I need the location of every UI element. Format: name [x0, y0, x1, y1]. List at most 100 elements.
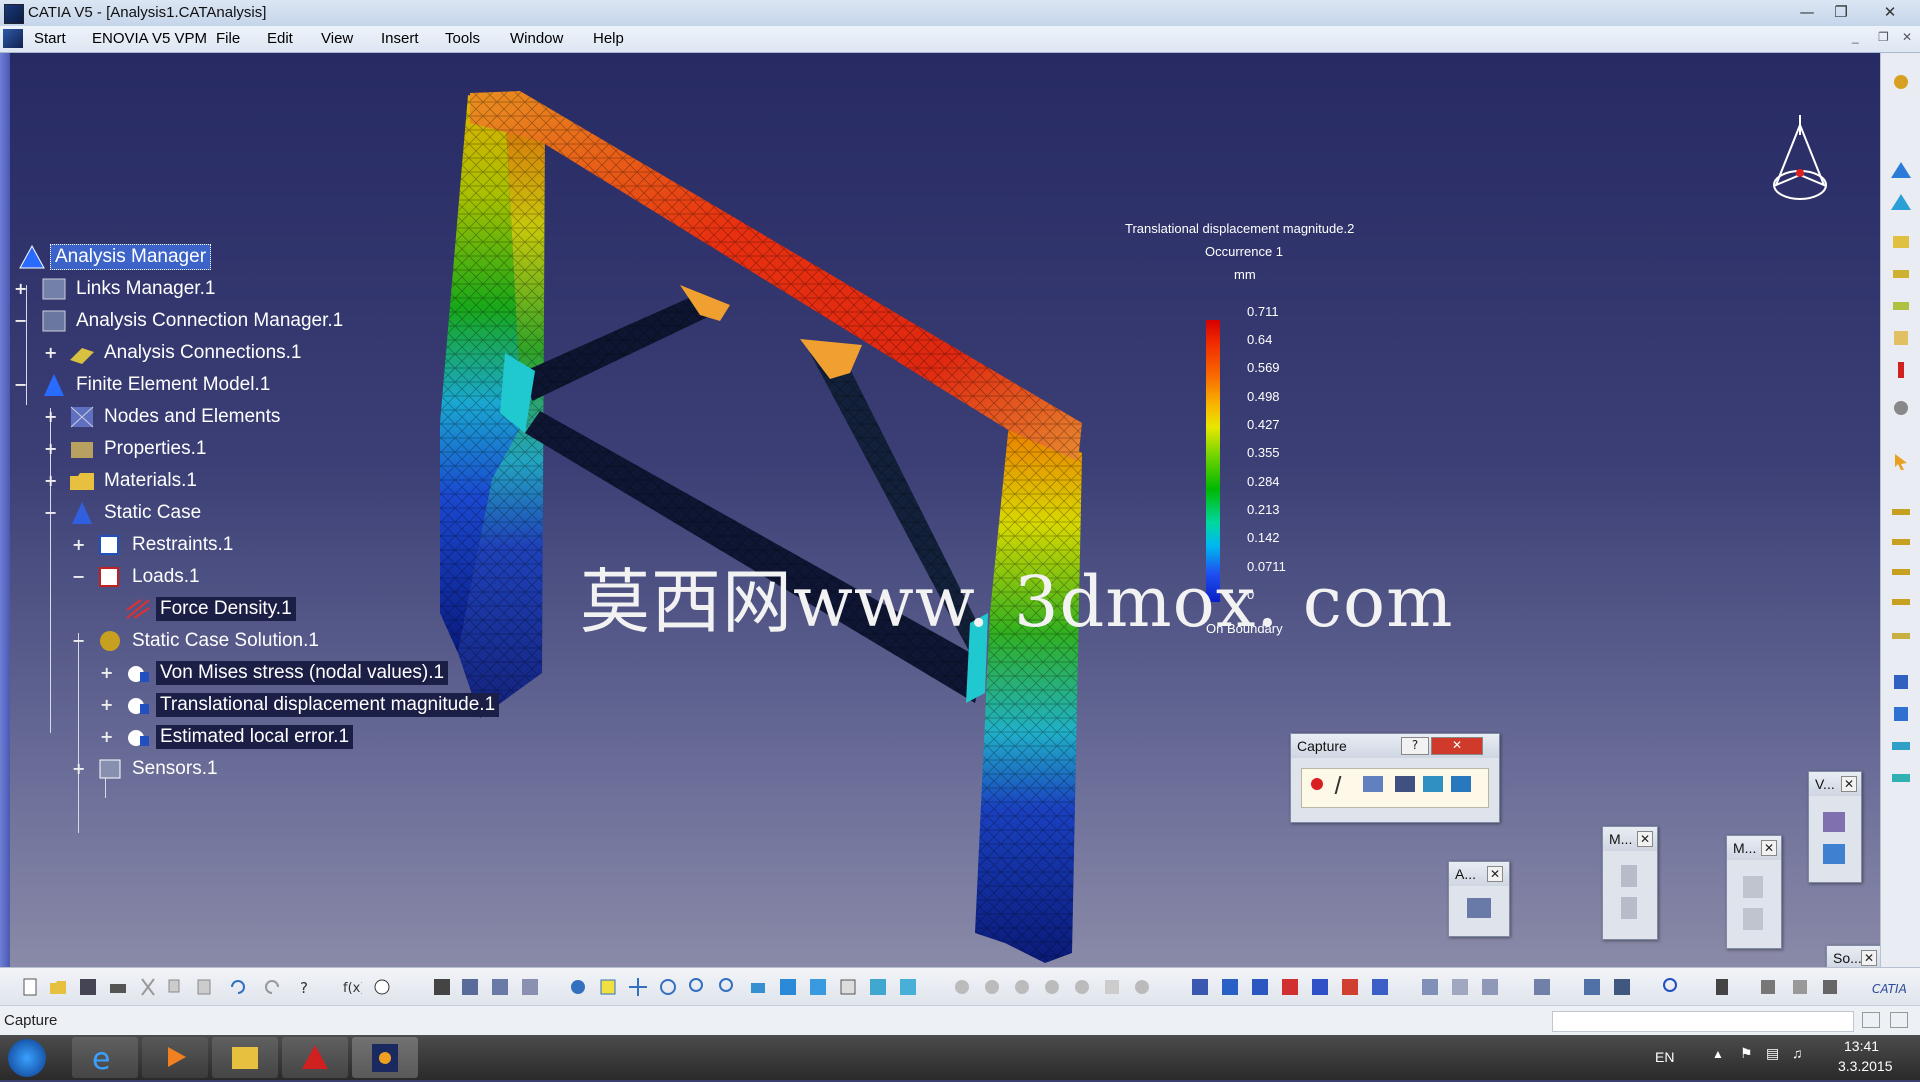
- tree-node-links-manager[interactable]: Links Manager.1: [40, 275, 219, 303]
- capture-screen-icon[interactable]: [1395, 776, 1415, 792]
- taskbar-acrobat-button[interactable]: [282, 1037, 348, 1078]
- panel-so[interactable]: So... ✕: [1826, 945, 1880, 967]
- clock-date[interactable]: 3.3.2015: [1838, 1058, 1893, 1074]
- menu-start[interactable]: Start: [34, 30, 66, 47]
- taskbar-media-button[interactable]: [142, 1037, 208, 1078]
- coincidence-icon[interactable]: [1102, 977, 1122, 997]
- grid-icon[interactable]: [432, 977, 452, 997]
- album-icon[interactable]: [1423, 776, 1443, 792]
- search-icon[interactable]: [1662, 977, 1682, 997]
- knowledge-icon[interactable]: [372, 977, 392, 997]
- video-icon[interactable]: [1451, 776, 1471, 792]
- panel-v-close[interactable]: ✕: [1841, 776, 1857, 792]
- material-tool-icon[interactable]: [1890, 265, 1912, 283]
- cube-tool-icon[interactable]: [1890, 673, 1912, 691]
- tree-node-force-density[interactable]: Force Density.1: [124, 595, 296, 623]
- amplification-icon[interactable]: [1480, 977, 1500, 997]
- tree-node-von-mises[interactable]: Von Mises stress (nodal values).1: [124, 659, 449, 687]
- view-mode-icon[interactable]: [1823, 844, 1845, 864]
- menu-file[interactable]: File: [216, 30, 240, 47]
- capture-options-icon[interactable]: [1363, 776, 1383, 792]
- collapse-toggle[interactable]: −: [72, 569, 85, 585]
- normal-view-icon[interactable]: [748, 977, 768, 997]
- panel-m1[interactable]: M... ✕: [1602, 826, 1658, 940]
- sensor-tool-icon[interactable]: [1890, 503, 1912, 521]
- tree-node-static-case[interactable]: Static Case: [68, 499, 205, 527]
- paste-icon[interactable]: [194, 977, 214, 997]
- sensor-list-icon[interactable]: [1790, 977, 1810, 997]
- cube2-tool-icon[interactable]: [1890, 705, 1912, 723]
- tree-icon[interactable]: [460, 977, 480, 997]
- expand-toggle[interactable]: +: [44, 473, 57, 489]
- analysis-tool-icon[interactable]: [1467, 898, 1491, 918]
- tree-node-analysis-manager[interactable]: Analysis Manager: [18, 243, 212, 271]
- shading-icon[interactable]: [898, 977, 918, 997]
- tree-node-properties[interactable]: Properties.1: [68, 435, 210, 463]
- measure-icon[interactable]: [1621, 865, 1637, 887]
- swap-icon[interactable]: [868, 977, 888, 997]
- catia-menu-icon[interactable]: [3, 29, 23, 48]
- menu-view[interactable]: View: [321, 30, 353, 47]
- iso-view-icon[interactable]: [808, 977, 828, 997]
- panel-so-close[interactable]: ✕: [1861, 950, 1877, 966]
- plane-tool-icon[interactable]: [1890, 737, 1912, 755]
- taskbar-explorer-button[interactable]: [212, 1037, 278, 1078]
- command-input[interactable]: [1552, 1011, 1854, 1032]
- image-layout-icon[interactable]: [1612, 977, 1632, 997]
- fem-tool-icon[interactable]: [1890, 161, 1912, 179]
- redo-icon[interactable]: [262, 977, 282, 997]
- model-check-icon[interactable]: [1743, 908, 1763, 930]
- compute-icon[interactable]: [1190, 977, 1210, 997]
- results-tool-icon[interactable]: [1890, 563, 1912, 581]
- measure-item-icon[interactable]: [1621, 897, 1637, 919]
- panel-m2[interactable]: M... ✕: [1726, 835, 1782, 949]
- panel-m1-close[interactable]: ✕: [1637, 831, 1653, 847]
- menu-enovia[interactable]: ENOVIA V5 VPM: [92, 30, 207, 47]
- expand-toggle[interactable]: +: [100, 665, 113, 681]
- new-file-icon[interactable]: [20, 977, 40, 997]
- cut-plane-icon[interactable]: [1450, 977, 1470, 997]
- minimize-button[interactable]: —: [1792, 2, 1822, 22]
- collapse-toggle[interactable]: −: [14, 313, 27, 329]
- tree-node-analysis-connections[interactable]: Analysis Connections.1: [68, 339, 306, 367]
- collapse-toggle[interactable]: −: [44, 505, 57, 521]
- tree-node-materials[interactable]: Materials.1: [68, 467, 201, 495]
- deformation-icon[interactable]: [1250, 977, 1270, 997]
- copy-icon[interactable]: [166, 977, 186, 997]
- expand-toggle[interactable]: +: [44, 409, 57, 425]
- print-icon[interactable]: [108, 977, 128, 997]
- collapse-toggle[interactable]: −: [72, 633, 85, 649]
- expand-toggle[interactable]: +: [100, 729, 113, 745]
- tree-node-sensors[interactable]: Sensors.1: [96, 755, 222, 783]
- doc-restore-button[interactable]: ❐: [1878, 30, 1889, 44]
- animate-tool-icon[interactable]: [1890, 627, 1912, 645]
- plane2-tool-icon[interactable]: [1890, 769, 1912, 787]
- layer-tool-icon[interactable]: [1890, 297, 1912, 315]
- tree-node-restraints[interactable]: Restraints.1: [96, 531, 237, 559]
- fit-all-icon[interactable]: [598, 977, 618, 997]
- capture-help-button[interactable]: ?: [1401, 737, 1429, 755]
- mesh-tool-icon[interactable]: [1890, 193, 1912, 211]
- open-icon[interactable]: [48, 977, 68, 997]
- fix-icon[interactable]: [1072, 977, 1092, 997]
- taskbar-ie-button[interactable]: e: [72, 1037, 138, 1078]
- zoom-out-icon[interactable]: [718, 977, 738, 997]
- fly-mode-icon[interactable]: [568, 977, 588, 997]
- pan-icon[interactable]: [628, 977, 648, 997]
- load-tool-icon[interactable]: [1890, 361, 1912, 379]
- extrema-icon[interactable]: [1532, 977, 1552, 997]
- offset-icon[interactable]: [1012, 977, 1032, 997]
- menu-tools[interactable]: Tools: [445, 30, 480, 47]
- von-mises-icon[interactable]: [1280, 977, 1300, 997]
- close-button[interactable]: ✕: [1872, 2, 1908, 22]
- rotate-icon[interactable]: [658, 977, 678, 997]
- report-tool-icon[interactable]: [1890, 593, 1912, 611]
- volume-icon[interactable]: ♫: [1792, 1045, 1803, 1061]
- tree-node-static-case-solution[interactable]: Static Case Solution.1: [96, 627, 323, 655]
- save-icon[interactable]: [78, 977, 98, 997]
- windows-start-button[interactable]: [8, 1039, 46, 1077]
- capture-close-button[interactable]: ✕: [1431, 737, 1483, 755]
- restraint-tool-icon[interactable]: [1890, 329, 1912, 347]
- history-icon[interactable]: [1758, 977, 1778, 997]
- product-icon[interactable]: [520, 977, 540, 997]
